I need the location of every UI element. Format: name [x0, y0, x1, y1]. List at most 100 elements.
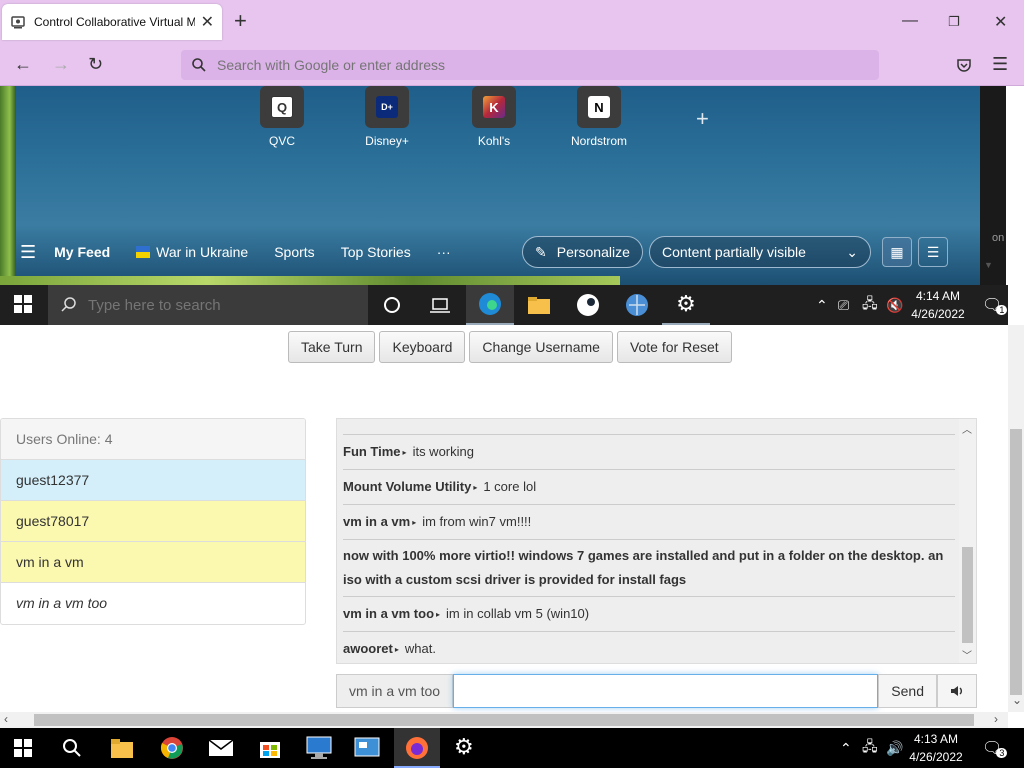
new-tab-icon[interactable]: +: [234, 10, 247, 32]
file-explorer-icon[interactable]: [110, 737, 134, 759]
forward-icon[interactable]: →: [52, 54, 70, 74]
feed-my-feed[interactable]: My Feed: [54, 244, 110, 260]
scroll-right-icon[interactable]: ›: [994, 712, 998, 726]
keyboard-button[interactable]: Keyboard: [379, 331, 466, 363]
vm-search-input[interactable]: [88, 296, 358, 314]
url-input[interactable]: [217, 57, 817, 73]
vm-search-box[interactable]: [48, 285, 368, 325]
feed-sports[interactable]: Sports: [274, 244, 314, 260]
quick-link-nordstrom[interactable]: N Nordstrom: [559, 86, 639, 148]
grid-view-icon[interactable]: ▦: [882, 237, 912, 267]
notification-icon[interactable]: 🗨 1: [982, 285, 1008, 325]
page-horizontal-scrollbar[interactable]: ‹ ›: [0, 712, 1008, 728]
meet-now-icon[interactable]: ⎚: [838, 285, 849, 325]
firefox-taskbar-button[interactable]: [394, 728, 440, 768]
settings-icon[interactable]: ⚙: [454, 734, 474, 760]
restore-icon[interactable]: ❐: [948, 14, 960, 30]
chat-input-group: vm in a vm too Send: [336, 674, 977, 708]
chat-scrollbar[interactable]: ︿ ﹀: [959, 419, 976, 663]
user-item[interactable]: guest78017: [1, 501, 305, 542]
list-view-icon[interactable]: ☰: [918, 237, 948, 267]
content-visibility-dropdown[interactable]: Content partially visible ⌄: [649, 236, 871, 268]
reload-icon[interactable]: ↻: [88, 54, 103, 74]
personalize-button[interactable]: ✎ Personalize: [522, 236, 643, 268]
chrome-icon[interactable]: [160, 736, 184, 760]
vm-side-edge: on ▼: [980, 86, 1024, 285]
hamburger-icon[interactable]: ☰: [20, 242, 36, 263]
chat-text: im in collab vm 5 (win10): [446, 606, 590, 621]
address-bar[interactable]: [181, 50, 879, 80]
window-close-icon[interactable]: ✕: [994, 12, 1007, 32]
edge-icon[interactable]: [466, 285, 514, 325]
page-vertical-scrollbar[interactable]: ⌄: [1008, 325, 1024, 712]
quick-link-kohls[interactable]: K Kohl's: [454, 86, 534, 148]
network-icon[interactable]: 🖧: [862, 728, 878, 768]
cortana-icon[interactable]: [368, 285, 416, 325]
speaker-icon[interactable]: [937, 674, 977, 708]
scroll-left-icon[interactable]: ‹: [4, 712, 8, 726]
scroll-down-icon[interactable]: ▼: [984, 260, 993, 270]
content-visibility-label: Content partially visible: [662, 244, 806, 260]
qvc-icon: Q: [271, 96, 293, 118]
chat-username: Fun Time: [343, 444, 401, 459]
chat-text: what.: [404, 641, 436, 656]
vm-time: 4:14 AM: [915, 289, 961, 303]
control-panel-icon[interactable]: [354, 736, 380, 760]
task-view-icon[interactable]: [416, 285, 464, 325]
change-username-button[interactable]: Change Username: [469, 331, 613, 363]
chat-text: im from win7 vm!!!!: [422, 514, 532, 529]
vm-display-upper[interactable]: Q QVC D+ Disney+ K Kohl's N Nordstrom + …: [0, 86, 1024, 285]
search-icon[interactable]: [62, 738, 82, 758]
feed-more[interactable]: ···: [437, 244, 451, 260]
quick-link-qvc[interactable]: Q QVC: [242, 86, 322, 148]
vm-clock[interactable]: 4:14 AM 4/26/2022: [908, 287, 968, 323]
back-icon[interactable]: ←: [14, 54, 32, 74]
quick-link-label: QVC: [268, 134, 295, 148]
date: 4/26/2022: [909, 750, 963, 764]
browser-tab[interactable]: Control Collaborative Virtual M ✕: [2, 4, 222, 40]
quick-link-disney[interactable]: D+ Disney+: [347, 86, 427, 148]
notification-icon[interactable]: 🗨 3: [982, 728, 1008, 768]
search-icon: [61, 297, 76, 312]
add-shortcut-icon[interactable]: +: [696, 106, 709, 132]
page-hscroll-thumb[interactable]: [34, 714, 974, 726]
chat-username: vm in a vm too: [343, 606, 435, 621]
steam-icon[interactable]: [564, 285, 612, 325]
pocket-icon[interactable]: [956, 57, 972, 73]
windows-start-icon[interactable]: [14, 739, 32, 757]
user-item[interactable]: vm in a vm: [1, 542, 305, 583]
user-item[interactable]: guest12377: [1, 460, 305, 501]
remote-desktop-icon[interactable]: [306, 736, 332, 760]
send-button[interactable]: Send: [878, 674, 937, 708]
take-turn-button[interactable]: Take Turn: [288, 331, 376, 363]
scroll-down-icon[interactable]: ⌄: [1012, 693, 1022, 707]
settings-icon[interactable]: ⚙: [662, 285, 710, 325]
personalize-label: Personalize: [556, 244, 630, 260]
store-icon[interactable]: [258, 736, 282, 760]
mail-icon[interactable]: [208, 739, 234, 757]
file-explorer-icon[interactable]: [515, 285, 563, 325]
user-item-self[interactable]: vm in a vm too: [1, 583, 305, 624]
minimize-icon[interactable]: —: [902, 12, 918, 30]
windows-start-icon[interactable]: [14, 295, 32, 313]
vote-reset-button[interactable]: Vote for Reset: [616, 331, 732, 363]
tray-overflow-icon[interactable]: ⌃: [816, 285, 828, 325]
feed-war-ukraine[interactable]: War in Ukraine: [136, 244, 248, 260]
menu-icon[interactable]: ☰: [992, 54, 1008, 74]
chat-username: awooret: [343, 641, 393, 656]
volume-muted-icon[interactable]: 🔇: [886, 285, 903, 325]
chat-input[interactable]: [453, 674, 879, 708]
tray-overflow-icon[interactable]: ⌃: [840, 728, 852, 768]
volume-icon[interactable]: 🔊: [886, 728, 903, 768]
network-icon[interactable]: 🖧: [862, 285, 878, 325]
chat-scroll-thumb[interactable]: [962, 547, 973, 643]
page-scroll-thumb[interactable]: [1010, 429, 1022, 695]
scroll-up-icon[interactable]: ︿: [962, 421, 972, 436]
chat-panel[interactable]: Fun Time ▸ its working Mount Volume Utilit…: [336, 418, 977, 664]
feed-top-stories[interactable]: Top Stories: [341, 244, 411, 260]
globe-app-icon[interactable]: [613, 285, 661, 325]
chat-message-cut: [343, 419, 955, 435]
clock[interactable]: 4:13 AM 4/26/2022: [906, 730, 966, 766]
close-tab-icon[interactable]: ✕: [201, 12, 214, 32]
scroll-down-icon[interactable]: ﹀: [962, 647, 972, 662]
